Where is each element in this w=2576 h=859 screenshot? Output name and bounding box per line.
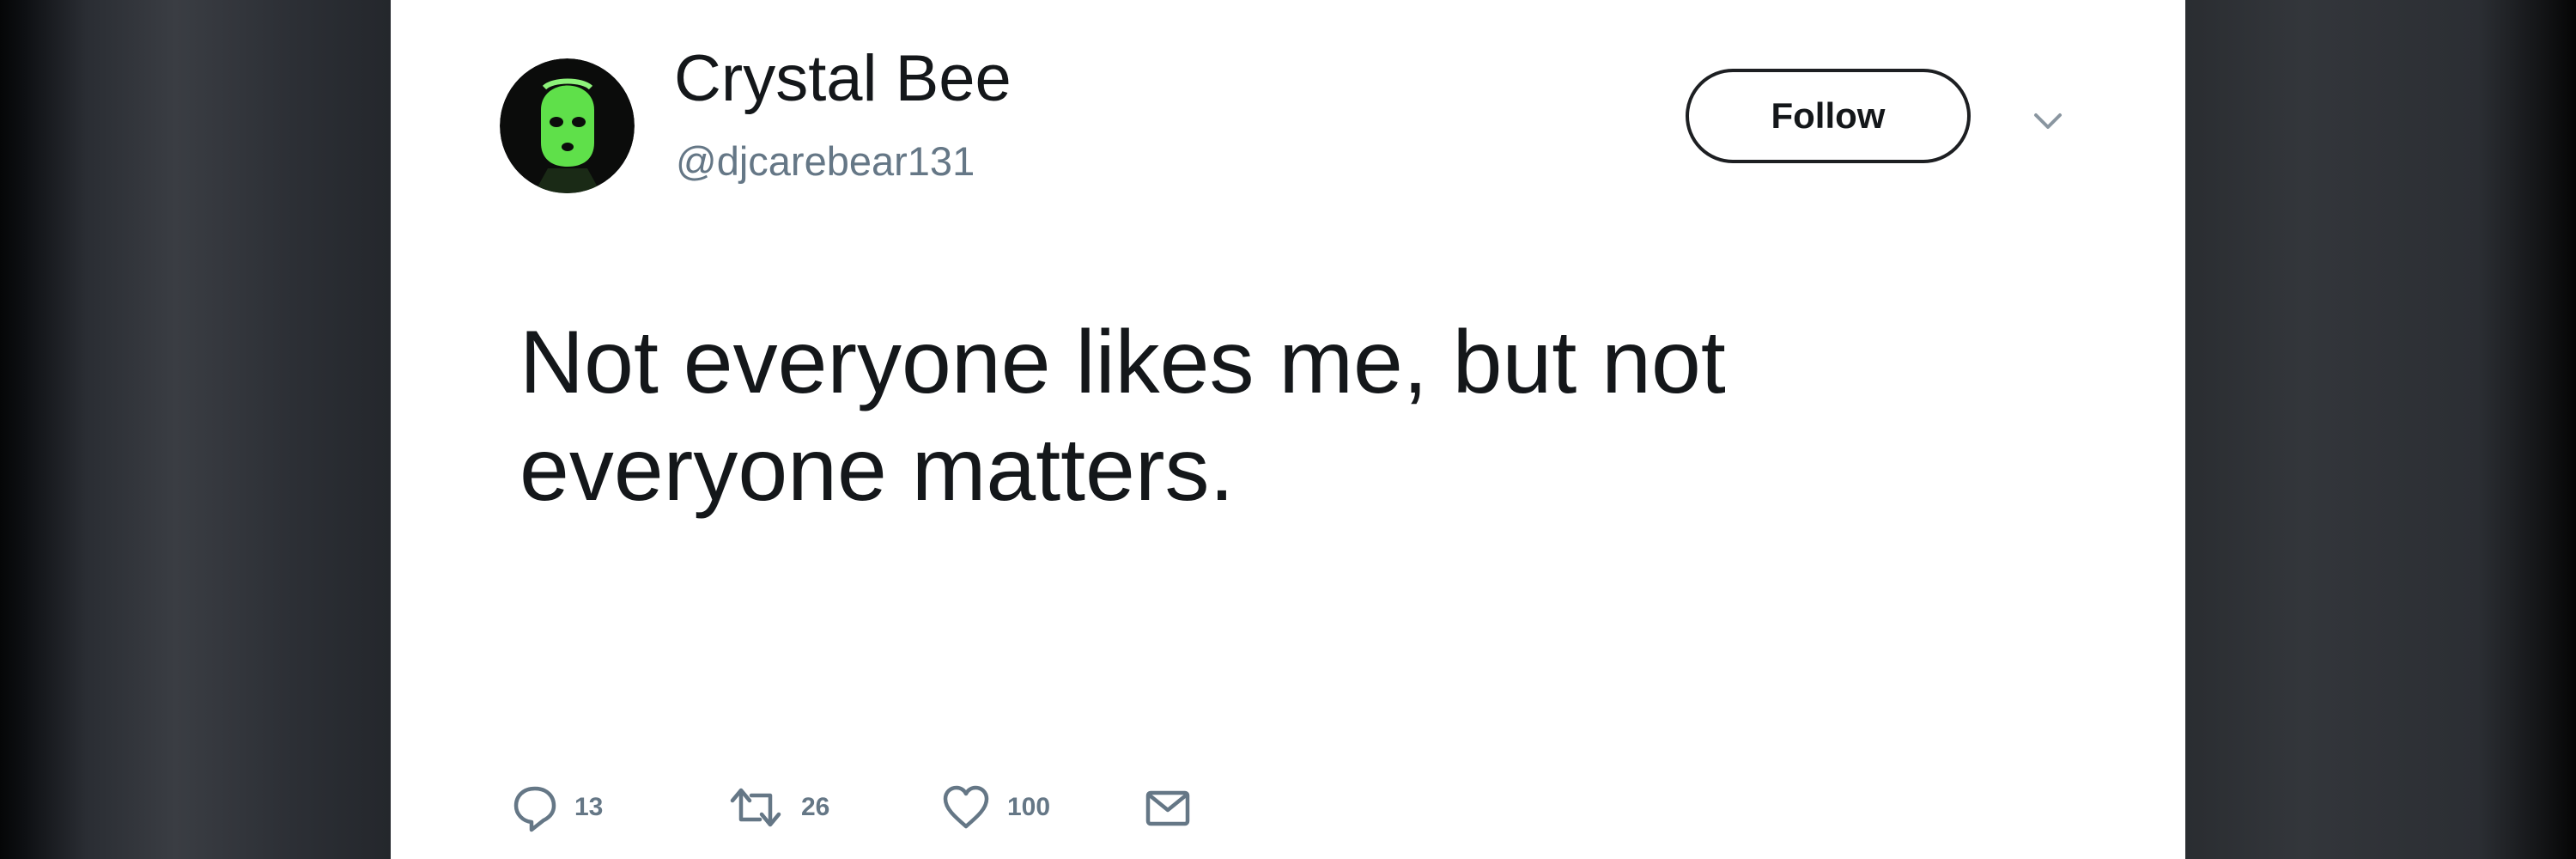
retweet-action[interactable]: 26 <box>726 777 829 838</box>
reply-count: 13 <box>574 793 604 821</box>
retweet-icon <box>726 782 786 833</box>
background-left <box>0 0 391 859</box>
author-display-name[interactable]: Crystal Bee <box>674 43 1012 115</box>
heart-icon <box>940 782 992 833</box>
tweet-card: Crystal Bee @djcarebear131 Follow Not ev… <box>391 0 2185 859</box>
avatar-image <box>500 58 635 193</box>
background-right <box>2185 0 2576 859</box>
reply-icon <box>511 782 559 833</box>
like-action[interactable]: 100 <box>940 777 1050 838</box>
envelope-icon <box>1142 782 1194 833</box>
avatar[interactable] <box>500 58 635 193</box>
author-handle[interactable]: @djcarebear131 <box>676 139 975 184</box>
reply-action[interactable]: 13 <box>511 777 603 838</box>
chevron-down-icon[interactable] <box>2024 105 2072 139</box>
tweet-text: Not everyone likes me, but not everyone … <box>519 313 1726 520</box>
like-count: 100 <box>1007 793 1051 821</box>
follow-button[interactable]: Follow <box>1686 69 1971 163</box>
retweet-count: 26 <box>801 793 830 821</box>
message-action[interactable] <box>1142 777 1194 838</box>
